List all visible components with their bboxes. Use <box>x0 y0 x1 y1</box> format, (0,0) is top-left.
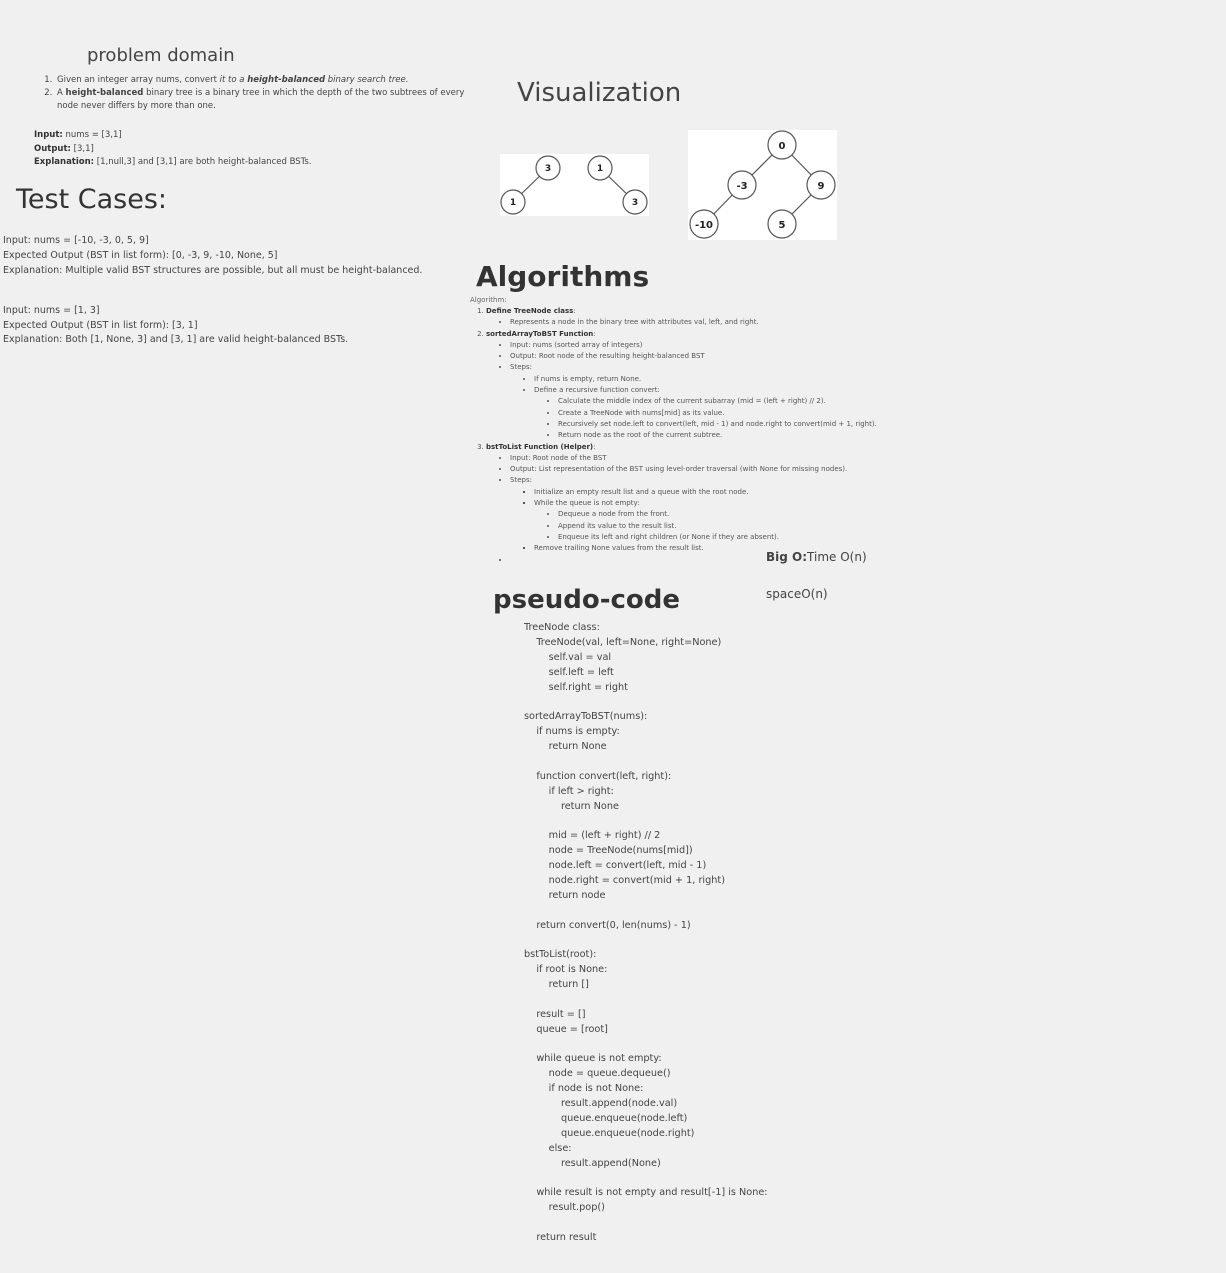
test-cases-title: Test Cases: <box>16 184 167 215</box>
example-explanation: Explanation: [1,null,3] and [3,1] are bo… <box>34 157 312 167</box>
problem-statement-item: Given an integer array nums, convert it … <box>55 74 465 87</box>
example-output: Output: [3,1] <box>34 144 94 154</box>
problem-domain-title: problem domain <box>87 45 235 66</box>
tree-node-label: 3 <box>545 164 551 174</box>
tree-node-label: 0 <box>779 141 786 152</box>
tree-node-label: 1 <box>597 164 603 174</box>
algorithm-step: Define TreeNode class: Represents a node… <box>486 306 877 329</box>
small-trees-diagram: 3 1 1 3 <box>500 154 649 216</box>
big-o-space: spaceO(n) <box>766 587 828 601</box>
tree-node-label: -10 <box>695 220 713 231</box>
tree-node-label: 9 <box>818 181 825 192</box>
example-input: Input: nums = [3,1] <box>34 130 122 140</box>
test-case-1-explanation: Explanation: Multiple valid BST structur… <box>3 265 423 276</box>
algorithms-title: Algorithms <box>476 260 650 293</box>
algorithm-step: bstToList Function (Helper): Input: Root… <box>486 442 877 566</box>
visualization-title: Visualization <box>517 78 682 108</box>
test-case-2-output: Expected Output (BST in list form): [3, … <box>3 320 198 331</box>
tree-node-label: 3 <box>632 198 638 208</box>
test-case-1-output: Expected Output (BST in list form): [0, … <box>3 250 278 261</box>
pseudo-code-block: TreeNode class: TreeNode(val, left=None,… <box>524 622 768 1243</box>
algorithm-step: sortedArrayToBST Function: Input: nums (… <box>486 329 877 442</box>
tree-node-label: 1 <box>510 198 516 208</box>
test-case-2-explanation: Explanation: Both [1, None, 3] and [3, 1… <box>3 334 349 345</box>
problem-statement-list: Given an integer array nums, convert it … <box>35 74 465 113</box>
big-tree-diagram: 0 -3 9 -10 5 <box>688 130 837 240</box>
tree-node-label: -3 <box>736 181 747 192</box>
big-o-time: Big O:Time O(n) <box>766 550 867 564</box>
test-case-1-input: Input: nums = [-10, -3, 0, 5, 9] <box>3 235 149 246</box>
algorithm-label: Algorithm: <box>470 296 507 304</box>
pseudo-code-title: pseudo-code <box>493 585 681 615</box>
problem-statement-item: A height-balanced binary tree is a binar… <box>55 87 465 113</box>
test-case-2-input: Input: nums = [1, 3] <box>3 305 100 316</box>
algorithm-steps: Define TreeNode class: Represents a node… <box>470 306 877 566</box>
tree-node-label: 5 <box>779 220 786 231</box>
